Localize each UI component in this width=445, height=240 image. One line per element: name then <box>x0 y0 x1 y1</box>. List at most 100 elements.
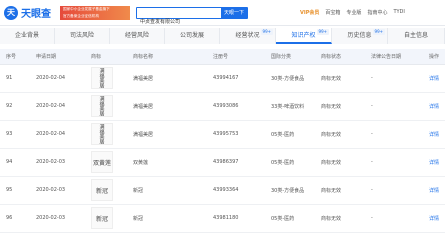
trademark-image-text: 满福美居 <box>98 124 105 144</box>
table-row: 96 2020-02-03 新冠 新冠 43981180 05类-医药 商标无效… <box>0 204 445 233</box>
search-input[interactable] <box>137 16 223 27</box>
col-index: 序号 <box>0 49 30 65</box>
row-status: 商标无效 <box>315 64 365 93</box>
row-date: 2020-02-03 <box>30 176 85 205</box>
row-class: 05类-医药 <box>265 204 315 233</box>
row-notice-date: - <box>365 64 423 93</box>
row-name: 新冠 <box>127 176 207 205</box>
tab-intellectual-property[interactable]: 知识产权 99+ <box>276 28 332 44</box>
col-name: 商标名称 <box>127 49 207 65</box>
trademark-table: 序号 申请日期 商标 商标名称 注册号 国际分类 商标状态 法律公告日期 操作 … <box>0 49 445 233</box>
top-bar: 天 天眼查 国家中小企业发展子基金旗下 官方备案企业征信机构 天眼一下 VIP会… <box>0 0 445 27</box>
table-row: 92 2020-02-04 满福美居 满福美居 43993086 33类-啤酒饮… <box>0 92 445 121</box>
row-class: 30类-方便食品 <box>265 176 315 205</box>
trademark-image-text: 新冠 <box>95 215 108 223</box>
row-date: 2020-02-04 <box>30 92 85 121</box>
row-reg-no: 43995753 <box>207 120 265 149</box>
row-class: 05类-医药 <box>265 148 315 177</box>
row-reg-no: 43986397 <box>207 148 265 177</box>
trademark-image-text: 新冠 <box>95 187 108 195</box>
trademark-image-text: 双黄莲 <box>92 159 111 167</box>
col-image: 商标 <box>85 49 127 65</box>
search-button[interactable]: 天眼一下 <box>221 8 247 18</box>
guide-link[interactable]: 指南中心 <box>367 9 387 16</box>
trademark-image[interactable]: 满福美居 <box>91 67 113 89</box>
row-status: 商标无效 <box>315 92 365 121</box>
trademark-image-text: 满福美居 <box>98 68 105 88</box>
logo-text: 天眼查 <box>21 9 51 20</box>
row-date: 2020-02-03 <box>30 204 85 233</box>
row-index: 92 <box>0 92 30 121</box>
table-header: 序号 申请日期 商标 商标名称 注册号 国际分类 商标状态 法律公告日期 操作 <box>0 49 445 65</box>
search-box: 天眼一下 <box>136 7 248 27</box>
trademark-image-text: 满福美居 <box>98 96 105 116</box>
col-class[interactable]: 国际分类 <box>265 49 315 65</box>
tab-badge: 99+ <box>260 29 273 35</box>
vip-link[interactable]: VIP会员 <box>300 9 319 16</box>
tab-history[interactable]: 历史信息 99+ <box>332 28 388 44</box>
pro-link[interactable]: 专业版 <box>346 9 361 16</box>
table-row: 95 2020-02-03 新冠 新冠 43993364 30类-方便食品 商标… <box>0 176 445 205</box>
detail-link[interactable]: 详情 <box>423 64 445 93</box>
row-name: 满福美居 <box>127 92 207 121</box>
row-index: 96 <box>0 204 30 233</box>
row-notice-date: - <box>365 92 423 121</box>
trademark-image[interactable]: 满福美居 <box>91 95 113 117</box>
row-class: 05类-医药 <box>265 120 315 149</box>
row-status: 商标无效 <box>315 148 365 177</box>
promo-banner[interactable]: 国家中小企业发展子基金旗下 官方备案企业征信机构 <box>60 6 130 20</box>
tab-badge: 99+ <box>372 29 385 35</box>
logo-icon: 天 <box>4 5 18 20</box>
trademark-image[interactable]: 新冠 <box>91 207 113 229</box>
top-links: VIP会员 百宝箱 专业版 指南中心 TYDI <box>300 9 405 16</box>
tab-bar: 企业背景 司法风险 经营风险 公司发展 经营状况 99+ 知识产权 99+ 历史信息… <box>0 28 445 44</box>
logo[interactable]: 天 天眼查 <box>4 5 51 20</box>
tab-company-development[interactable]: 公司发展 <box>165 28 220 44</box>
tab-operations[interactable]: 经营状况 99+ <box>220 28 276 44</box>
row-reg-no: 43981180 <box>207 204 265 233</box>
promo-line-2: 官方备案企业征信机构 <box>63 14 99 18</box>
col-date[interactable]: 申请日期 <box>30 49 85 65</box>
content-card: 企业背景 司法风险 经营风险 公司发展 经营状况 99+ 知识产权 99+ 历史信息… <box>0 26 445 240</box>
row-notice-date: - <box>365 204 423 233</box>
row-index: 95 <box>0 176 30 205</box>
row-name: 新冠 <box>127 204 207 233</box>
row-name: 满福美居 <box>127 120 207 149</box>
col-status[interactable]: 商标状态 <box>315 49 365 65</box>
tab-company-background[interactable]: 企业背景 <box>0 28 55 44</box>
tab-legal-risk[interactable]: 司法风险 <box>55 28 110 44</box>
tab-business-risk[interactable]: 经营风险 <box>110 28 165 44</box>
detail-link[interactable]: 详情 <box>423 92 445 121</box>
row-class: 33类-啤酒饮料 <box>265 92 315 121</box>
promo-line-1: 国家中小企业发展子基金旗下 <box>63 7 110 11</box>
user-link[interactable]: TYDI <box>393 9 404 16</box>
row-index: 91 <box>0 64 30 93</box>
trademark-image[interactable]: 双黄莲 <box>91 151 113 173</box>
detail-link[interactable]: 详情 <box>423 120 445 149</box>
detail-link[interactable]: 详情 <box>423 176 445 205</box>
row-index: 94 <box>0 148 30 177</box>
row-status: 商标无效 <box>315 176 365 205</box>
trademark-image[interactable]: 新冠 <box>91 179 113 201</box>
row-date: 2020-02-04 <box>30 120 85 149</box>
detail-link[interactable]: 详情 <box>423 204 445 233</box>
row-status: 商标无效 <box>315 204 365 233</box>
table-row: 93 2020-02-04 满福美居 满福美居 43995753 05类-医药 … <box>0 120 445 149</box>
row-name: 满福美居 <box>127 64 207 93</box>
row-reg-no: 43993364 <box>207 176 265 205</box>
row-class: 30类-方便食品 <box>265 64 315 93</box>
detail-link[interactable]: 详情 <box>423 148 445 177</box>
trademark-image[interactable]: 满福美居 <box>91 123 113 145</box>
table-row: 94 2020-02-03 双黄莲 双黄莲 43986397 05类-医药 商标… <box>0 148 445 177</box>
toolbox-link[interactable]: 百宝箱 <box>325 9 340 16</box>
tab-self-info[interactable]: 自主信息 <box>388 28 445 44</box>
row-index: 93 <box>0 120 30 149</box>
row-notice-date: - <box>365 120 423 149</box>
row-name: 双黄莲 <box>127 148 207 177</box>
col-action: 操作 <box>423 49 445 65</box>
col-notice-date: 法律公告日期 <box>365 49 423 65</box>
col-reg-no: 注册号 <box>207 49 265 65</box>
table-row: 91 2020-02-04 满福美居 满福美居 43994167 30类-方便食… <box>0 64 445 93</box>
row-date: 2020-02-03 <box>30 148 85 177</box>
row-reg-no: 43994167 <box>207 64 265 93</box>
